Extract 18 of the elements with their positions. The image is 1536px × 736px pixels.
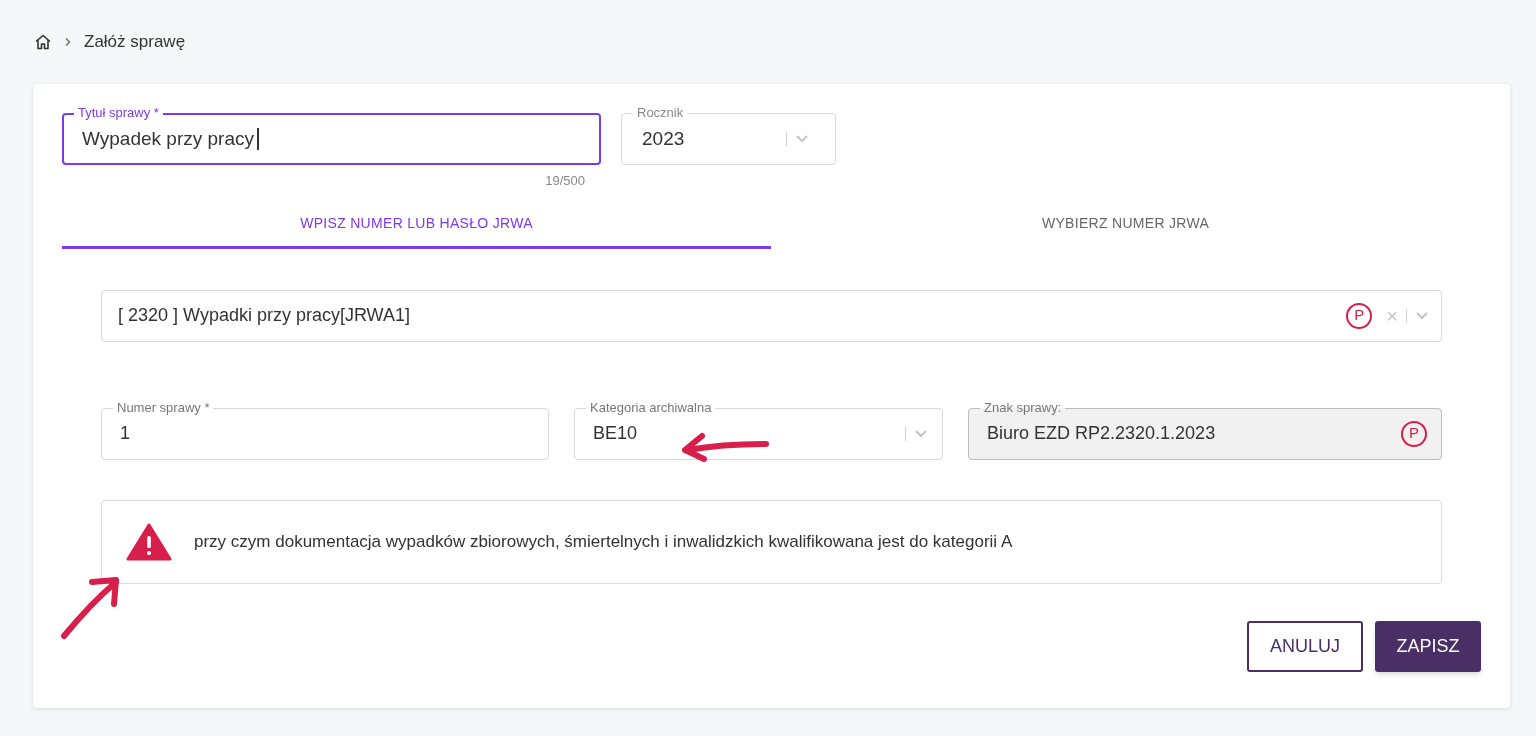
field-label: Tytuł sprawy * — [74, 105, 163, 121]
tab[interactable]: WYBIERZ NUMER JRWA — [771, 200, 1480, 249]
breadcrumb-item: Załóż sprawę — [84, 31, 186, 54]
chevron-right-icon — [64, 37, 72, 47]
cancel-button[interactable]: ANULUJ — [1247, 620, 1363, 672]
chevron-down-icon[interactable] — [1415, 310, 1429, 321]
p-badge: P — [1401, 420, 1427, 447]
chevron-down-icon[interactable] — [914, 428, 928, 439]
tab[interactable]: WPISZ NUMER LUB HASŁO JRWA — [62, 200, 771, 249]
save-button[interactable]: ZAPISZ — [1375, 620, 1481, 672]
annotation-arrow-icon — [680, 430, 770, 462]
chevron-down-icon[interactable] — [795, 134, 809, 144]
jrwa-select[interactable]: [ 2320 ] Wypadki przy pracy[JRWA1] P × — [101, 289, 1442, 342]
character-counter: 19/500 — [545, 172, 585, 190]
home-icon[interactable] — [34, 33, 52, 51]
p-badge: P — [1346, 302, 1373, 329]
warning-text: przy czym dokumentacja wypadków zbiorowych, śmiertelnych i inwalidzkich kwalifikowana jest do kategorii A — [194, 530, 1013, 553]
warning-icon — [126, 522, 172, 561]
